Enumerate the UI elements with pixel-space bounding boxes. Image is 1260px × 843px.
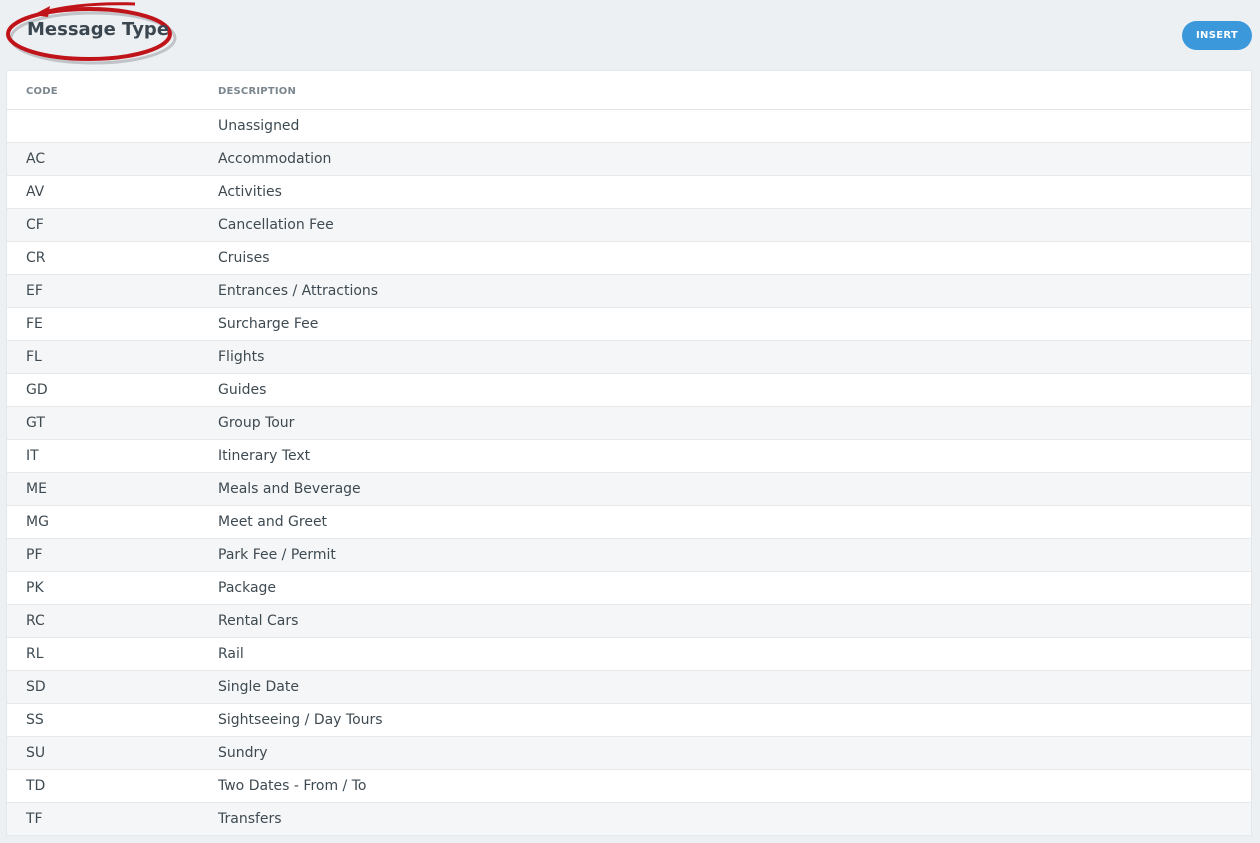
row-code: ME	[26, 481, 47, 497]
row-code: AC	[26, 151, 46, 167]
table-row[interactable]: MG Meet and Greet	[7, 506, 1251, 539]
page-header: Message Type INSERT	[0, 0, 1260, 70]
table-row[interactable]: CR Cruises	[7, 242, 1251, 275]
row-description: Park Fee / Permit	[218, 547, 336, 563]
row-description: Accommodation	[218, 151, 332, 167]
table-row[interactable]: SU Sundry	[7, 737, 1251, 770]
row-code: SU	[26, 745, 46, 761]
table-row[interactable]: EF Entrances / Attractions	[7, 275, 1251, 308]
table-row[interactable]: PK Package	[7, 572, 1251, 605]
row-code: GT	[26, 415, 45, 431]
row-description: Sightseeing / Day Tours	[218, 712, 383, 728]
table-row[interactable]: SS Sightseeing / Day Tours	[7, 704, 1251, 737]
row-description: Cancellation Fee	[218, 217, 334, 233]
page-title: Message Type	[27, 19, 170, 40]
row-code: SS	[26, 712, 44, 728]
row-code: AV	[26, 184, 45, 200]
row-description: Activities	[218, 184, 282, 200]
table-row[interactable]: RL Rail	[7, 638, 1251, 671]
row-description: Transfers	[218, 811, 282, 827]
table-row[interactable]: GT Group Tour	[7, 407, 1251, 440]
page: Message Type INSERT CODE DESCRIPTION Una…	[0, 0, 1260, 843]
row-code: PF	[26, 547, 43, 563]
row-code: FE	[26, 316, 43, 332]
row-code: EF	[26, 283, 43, 299]
table-row[interactable]: FL Flights	[7, 341, 1251, 374]
row-description: Package	[218, 580, 277, 596]
row-code: CF	[26, 217, 44, 233]
row-code: RC	[26, 613, 45, 629]
insert-button[interactable]: INSERT	[1182, 21, 1252, 50]
column-header-code[interactable]: CODE	[26, 86, 58, 97]
row-code: MG	[26, 514, 49, 530]
row-description: Rail	[218, 646, 244, 662]
row-code: TF	[26, 811, 43, 827]
table-row[interactable]: CF Cancellation Fee	[7, 209, 1251, 242]
table-row[interactable]: GD Guides	[7, 374, 1251, 407]
row-description: Meals and Beverage	[218, 481, 361, 497]
message-type-table: CODE DESCRIPTION Unassigned AC Accommodati…	[6, 70, 1252, 836]
row-description: Group Tour	[218, 415, 295, 431]
row-code: IT	[26, 448, 39, 464]
table-row[interactable]: TF Transfers	[7, 803, 1251, 836]
row-description: Itinerary Text	[218, 448, 311, 464]
row-code: GD	[26, 382, 48, 398]
table-row[interactable]: FE Surcharge Fee	[7, 308, 1251, 341]
table-row[interactable]: AV Activities	[7, 176, 1251, 209]
table-row[interactable]: RC Rental Cars	[7, 605, 1251, 638]
table-row[interactable]: SD Single Date	[7, 671, 1251, 704]
row-code: RL	[26, 646, 44, 662]
table-row[interactable]: ME Meals and Beverage	[7, 473, 1251, 506]
row-description: Single Date	[218, 679, 299, 695]
row-description: Cruises	[218, 250, 270, 266]
table-row[interactable]: TD Two Dates - From / To	[7, 770, 1251, 803]
row-code: PK	[26, 580, 44, 596]
row-description: Surcharge Fee	[218, 316, 319, 332]
row-description: Flights	[218, 349, 265, 365]
row-code: FL	[26, 349, 42, 365]
table-row[interactable]: PF Park Fee / Permit	[7, 539, 1251, 572]
row-description: Guides	[218, 382, 267, 398]
table-header: CODE DESCRIPTION	[7, 71, 1251, 110]
row-description: Unassigned	[218, 118, 300, 134]
table-body: Unassigned AC Accommodation AV Activities CF C…	[7, 110, 1251, 836]
column-header-description[interactable]: DESCRIPTION	[218, 86, 296, 97]
row-description: Sundry	[218, 745, 268, 761]
table-row[interactable]: Unassigned	[7, 110, 1251, 143]
row-description: Entrances / Attractions	[218, 283, 379, 299]
row-code: SD	[26, 679, 46, 695]
table-row[interactable]: IT Itinerary Text	[7, 440, 1251, 473]
row-description: Meet and Greet	[218, 514, 328, 530]
table-row[interactable]: AC Accommodation	[7, 143, 1251, 176]
row-description: Rental Cars	[218, 613, 299, 629]
row-description: Two Dates - From / To	[218, 778, 367, 794]
row-code: TD	[26, 778, 46, 794]
row-code: CR	[26, 250, 46, 266]
